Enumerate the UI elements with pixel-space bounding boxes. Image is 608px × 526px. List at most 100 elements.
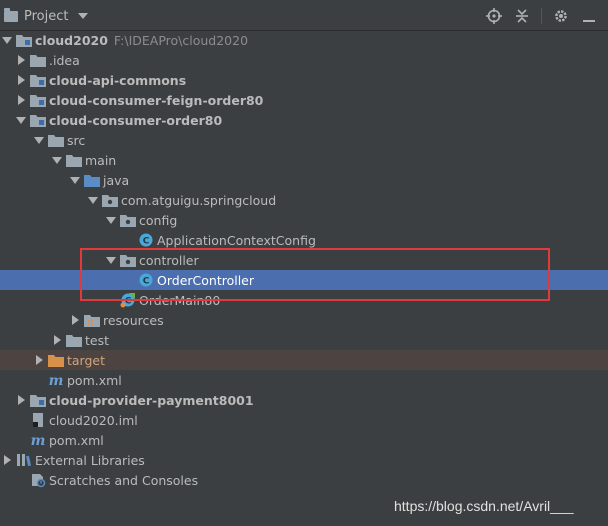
maven-icon: m: [48, 372, 64, 388]
tree-item-order-main80[interactable]: C OrderMain80: [0, 290, 608, 310]
tree-item-label: target: [67, 352, 106, 368]
chevron-down-icon: [78, 13, 89, 19]
tree-item-main[interactable]: main: [0, 150, 608, 170]
spring-boot-class-icon: C: [120, 292, 136, 308]
expand-arrow[interactable]: [104, 210, 118, 230]
iml-file-icon: [30, 412, 46, 428]
tree-item-label: cloud-provider-payment8001: [49, 392, 254, 408]
tree-item-label: java: [103, 172, 130, 188]
tree-item-config[interactable]: config: [0, 210, 608, 230]
tree-item-label: main: [85, 152, 117, 168]
tree-item-package[interactable]: com.atguigu.springcloud: [0, 190, 608, 210]
tree-item-target[interactable]: target: [0, 350, 608, 370]
tree-item-label: controller: [139, 252, 199, 268]
tree-item-test[interactable]: test: [0, 330, 608, 350]
library-icon: [16, 452, 32, 468]
folder-icon: [66, 152, 82, 168]
tree-item-label: pom.xml: [49, 432, 104, 448]
tree-item-cloud-consumer-order80[interactable]: cloud-consumer-order80: [0, 110, 608, 130]
tree-item-label: config: [139, 212, 178, 228]
expand-arrow[interactable]: [50, 150, 64, 170]
collapse-icon: [516, 9, 528, 23]
panel-title: Project: [24, 8, 69, 24]
tree-item-label: cloud-consumer-order80: [49, 112, 223, 128]
project-toolbar: Project: [0, 0, 608, 31]
minimize-icon: [583, 20, 595, 22]
tree-item-controller[interactable]: controller: [0, 250, 608, 270]
tree-item-label: Scratches and Consoles: [49, 472, 199, 488]
module-folder-icon: [30, 392, 46, 408]
tree-item-cloud-api-commons[interactable]: cloud-api-commons: [0, 70, 608, 90]
tree-item-cloud-consumer-feign-order80[interactable]: cloud-consumer-feign-order80: [0, 90, 608, 110]
tree-item-label: cloud2020.iml: [49, 412, 138, 428]
settings-button[interactable]: [552, 7, 570, 25]
expand-arrow[interactable]: [50, 330, 64, 350]
expand-arrow[interactable]: [68, 170, 82, 190]
class-icon: C: [138, 272, 154, 288]
expand-arrow[interactable]: [14, 70, 28, 90]
resources-folder-icon: [84, 312, 100, 328]
gear-icon: [555, 10, 567, 22]
expand-arrow[interactable]: [0, 450, 14, 470]
toolbar-divider: [541, 8, 542, 24]
tree-item-label: OrderMain80: [139, 292, 221, 308]
svg-text:m: m: [31, 433, 46, 447]
crosshair-icon: [486, 8, 502, 24]
tree-item-java[interactable]: java: [0, 170, 608, 190]
expand-arrow[interactable]: [0, 30, 14, 50]
project-view-selector[interactable]: Project: [4, 6, 89, 26]
module-folder-icon: [30, 112, 46, 128]
tree-item-label: com.atguigu.springcloud: [121, 192, 277, 208]
expand-arrow[interactable]: [32, 130, 46, 150]
expand-arrow[interactable]: [14, 110, 28, 130]
tree-item-label: resources: [103, 312, 164, 328]
module-folder-icon: [16, 32, 32, 48]
hide-button[interactable]: [580, 7, 598, 25]
locate-button[interactable]: [485, 7, 503, 25]
expand-arrow[interactable]: [68, 310, 82, 330]
tree-item-application-context-config[interactable]: C ApplicationContextConfig: [0, 230, 608, 250]
class-icon: C: [138, 232, 154, 248]
tree-item-label: cloud2020: [35, 32, 108, 48]
expand-arrow[interactable]: [104, 250, 118, 270]
module-folder-icon: [30, 72, 46, 88]
expand-arrow[interactable]: [14, 90, 28, 110]
tree-item-scratches[interactable]: Scratches and Consoles: [0, 470, 608, 490]
svg-text:C: C: [143, 237, 150, 247]
expand-arrow[interactable]: [14, 50, 28, 70]
expand-arrow[interactable]: [32, 350, 46, 370]
tree-item-label: test: [85, 332, 110, 348]
tree-item-src[interactable]: src: [0, 130, 608, 150]
tree-item-label: cloud-consumer-feign-order80: [49, 92, 264, 108]
scratches-icon: [30, 472, 46, 488]
folder-icon: [66, 332, 82, 348]
expand-arrow[interactable]: [86, 190, 100, 210]
excluded-folder-icon: [48, 352, 64, 368]
tree-item-idea[interactable]: .idea: [0, 50, 608, 70]
svg-text:C: C: [125, 297, 132, 307]
package-icon: [102, 192, 118, 208]
tree-item-cloud2020[interactable]: cloud2020 F:\IDEAPro\cloud2020: [0, 30, 608, 50]
package-icon: [120, 252, 136, 268]
svg-text:m: m: [49, 373, 64, 387]
collapse-all-button[interactable]: [513, 7, 531, 25]
expand-arrow[interactable]: [14, 390, 28, 410]
tree-item-label: .idea: [49, 52, 80, 68]
tree-item-cloud2020-iml[interactable]: cloud2020.iml: [0, 410, 608, 430]
tree-item-label: ApplicationContextConfig: [157, 232, 316, 248]
folder-icon: [30, 52, 46, 68]
svg-text:C: C: [143, 277, 150, 287]
source-folder-icon: [84, 172, 100, 188]
tree-item-root-pom[interactable]: m pom.xml: [0, 430, 608, 450]
tree-item-resources[interactable]: resources: [0, 310, 608, 330]
tree-item-cloud-provider-payment8001[interactable]: cloud-provider-payment8001: [0, 390, 608, 410]
tree-item-order-controller[interactable]: C OrderController: [0, 270, 608, 290]
tree-item-module-pom[interactable]: m pom.xml: [0, 370, 608, 390]
tree-item-label: src: [67, 132, 86, 148]
tree-item-label: OrderController: [157, 272, 255, 288]
tree-item-external-libraries[interactable]: External Libraries: [0, 450, 608, 470]
folder-icon: [4, 7, 18, 22]
folder-icon: [48, 132, 64, 148]
tree-item-label: cloud-api-commons: [49, 72, 187, 88]
tree-item-label: External Libraries: [35, 452, 145, 468]
